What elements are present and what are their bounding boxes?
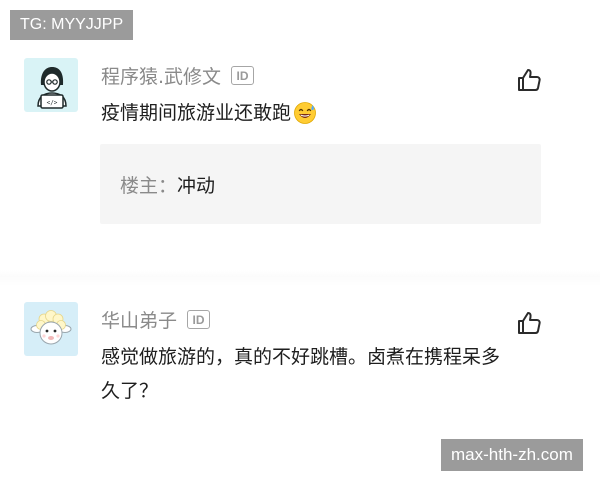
avatar[interactable]: </> xyxy=(24,58,78,112)
svg-text:</>: </> xyxy=(47,100,58,107)
avatar[interactable] xyxy=(24,302,78,356)
sheep-avatar-icon xyxy=(24,302,78,356)
quote-text: 冲动 xyxy=(177,174,216,197)
thumbs-up-icon xyxy=(518,312,541,334)
username[interactable]: 华山弟子 xyxy=(101,306,177,333)
programmer-avatar-icon: </> xyxy=(24,58,78,112)
comment-text: 疫情期间旅游业还敢跑 xyxy=(101,96,317,130)
id-badge: ID xyxy=(231,66,255,85)
divider xyxy=(0,270,600,286)
grinning-sweat-emoji-icon xyxy=(293,101,317,125)
like-button[interactable] xyxy=(515,309,543,337)
username[interactable]: 程序猿.武修文 xyxy=(101,62,221,89)
thumbs-up-icon xyxy=(518,69,541,91)
comment-body: 感觉做旅游的，真的不好跳槽。卤煮在携程呆多久了？ xyxy=(101,346,501,402)
watermark-top: TG: MYYJJPP xyxy=(10,10,134,40)
watermark-bottom: max-hth-zh.com xyxy=(441,439,583,471)
quote-label: 楼主： xyxy=(120,174,178,197)
quoted-reply[interactable]: 楼主： 冲动 xyxy=(100,144,541,224)
comment-body: 疫情期间旅游业还敢跑 xyxy=(101,102,292,124)
id-badge: ID xyxy=(187,310,211,329)
like-button[interactable] xyxy=(515,66,543,94)
